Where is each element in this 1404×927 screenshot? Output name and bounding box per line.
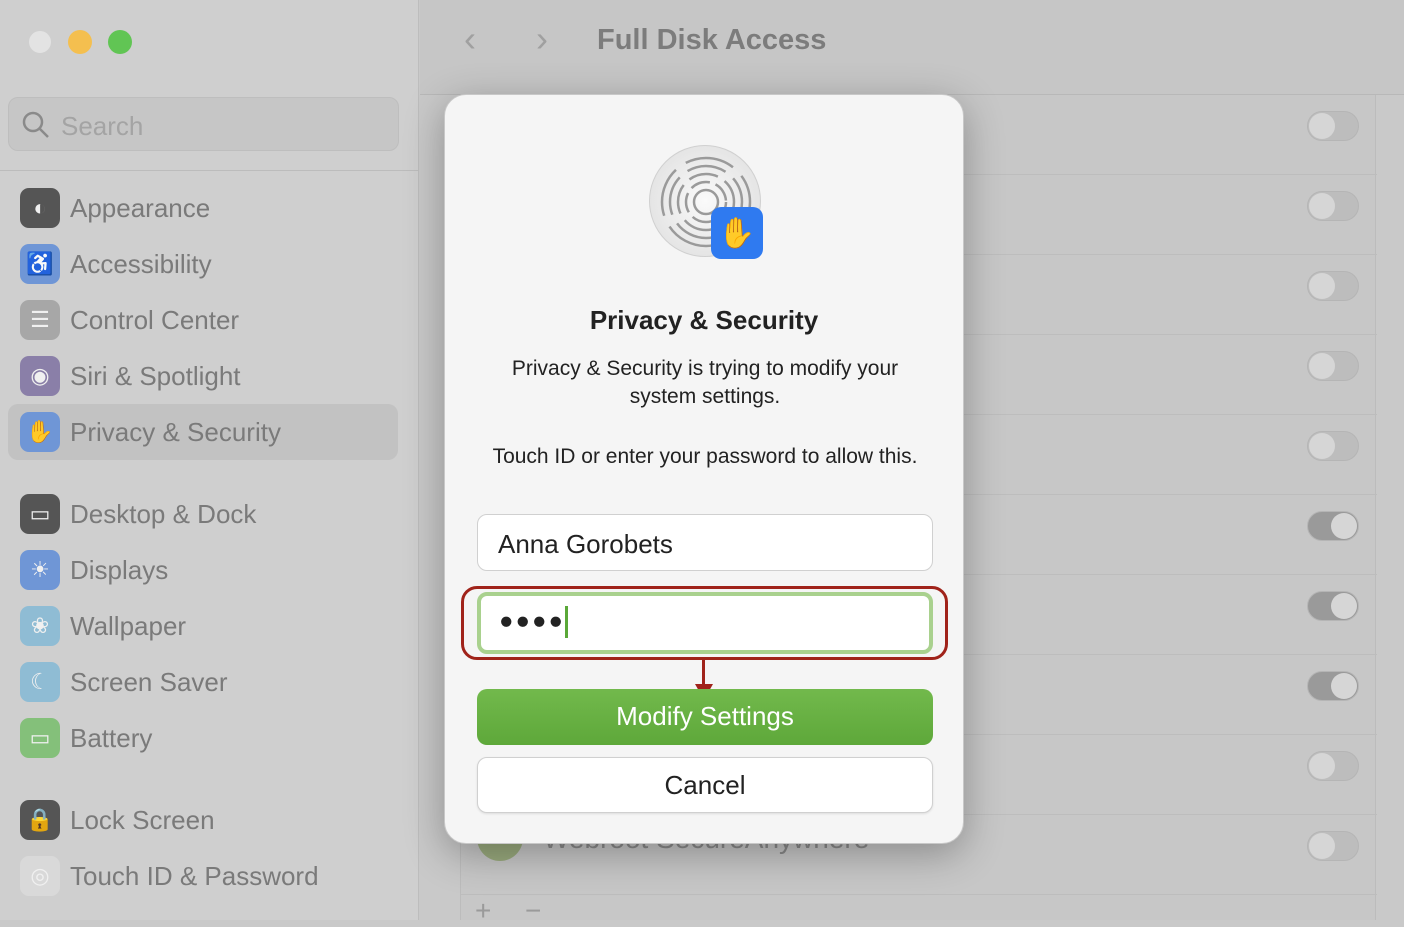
sidebar-item-label: Touch ID & Password [70,861,319,891]
username-field[interactable]: Anna Gorobets [477,514,933,571]
sidebar-item-control-center[interactable]: ☰ Control Center [8,292,398,348]
sidebar-item-label: Accessibility [70,249,212,279]
sidebar-item-label: Control Center [70,305,240,335]
sidebar-item-label: Displays [70,555,169,585]
sidebar-item-desktop-dock[interactable]: ▭ Desktop & Dock [8,486,398,542]
screen-saver-icon: ☾ [20,662,60,702]
sidebar-item-privacy-security[interactable]: ✋ Privacy & Security [8,404,398,460]
sidebar-item-label: Screen Saver [70,667,228,697]
sidebar-item-label: Lock Screen [70,805,215,835]
remove-button[interactable]: − [525,895,541,927]
toolbar: ‹ › Full Disk Access [420,0,1404,95]
sidebar-item-accessibility[interactable]: ♿ Accessibility [8,236,398,292]
access-toggle[interactable] [1307,591,1359,621]
sidebar: Search ◐ Appearance ♿ Accessibility ☰ Control… [0,0,419,920]
toggle-knob [1309,193,1335,219]
toggle-knob [1331,593,1357,619]
forward-button[interactable]: › [536,18,548,60]
modify-settings-button[interactable]: Modify Settings [477,689,933,745]
toggle-knob [1309,113,1335,139]
sidebar-item-displays[interactable]: ☀ Displays [8,542,398,598]
hand-icon: ✋ [20,412,60,452]
cancel-button[interactable]: Cancel [477,757,933,813]
toggle-knob [1331,673,1357,699]
wallpaper-icon: ❀ [20,606,60,646]
siri-icon: ◉ [20,356,60,396]
search-placeholder: Search [61,111,144,141]
zoom-button[interactable] [108,30,132,54]
sidebar-item-siri-spotlight[interactable]: ◉ Siri & Spotlight [8,348,398,404]
appearance-icon: ◐ [20,188,60,228]
sidebar-item-lock-screen[interactable]: 🔒 Lock Screen [8,792,398,848]
dialog-message: Privacy & Security is trying to modify y… [511,357,899,408]
annotation-highlight [461,586,948,660]
sidebar-item-label: Appearance [70,193,211,223]
fingerprint-icon: ◎ [20,856,60,896]
dialog-prompt: Touch ID or enter your password to allow… [492,445,918,468]
sidebar-item-label: Siri & Spotlight [70,361,241,391]
accessibility-icon: ♿ [20,244,60,284]
displays-icon: ☀ [20,550,60,590]
access-toggle[interactable] [1307,271,1359,301]
sidebar-item-label: Battery [70,723,153,753]
sidebar-item-label: Privacy & Security [70,417,281,447]
back-button[interactable]: ‹ [464,18,476,60]
toggle-knob [1309,753,1335,779]
page-title: Full Disk Access [597,24,827,56]
dialog-title: Privacy & Security [589,305,819,335]
search-icon [22,111,49,138]
sidebar-item-label: Wallpaper [70,611,187,641]
access-toggle[interactable] [1307,191,1359,221]
access-toggle[interactable] [1307,111,1359,141]
access-toggle[interactable] [1307,511,1359,541]
search-input[interactable]: Search [8,97,399,151]
access-toggle[interactable] [1307,431,1359,461]
toggle-knob [1309,273,1335,299]
access-toggle[interactable] [1307,831,1359,861]
sidebar-item-appearance[interactable]: ◐ Appearance [8,180,398,236]
sidebar-item-screen-saver[interactable]: ☾ Screen Saver [8,654,398,710]
control-center-icon: ☰ [20,300,60,340]
sidebar-item-touch-id-password[interactable]: ◎ Touch ID & Password [8,848,398,904]
access-toggle[interactable] [1307,671,1359,701]
auth-dialog: ✋ Privacy & Security Privacy & Security … [444,94,964,844]
toggle-knob [1309,433,1335,459]
add-button[interactable]: + [475,895,491,927]
minimize-button[interactable] [68,30,92,54]
close-button[interactable] [28,30,52,54]
toggle-knob [1331,513,1357,539]
toggle-knob [1309,833,1335,859]
toggle-knob [1309,353,1335,379]
divider [0,170,419,171]
access-toggle[interactable] [1307,351,1359,381]
battery-icon: ▭ [20,718,60,758]
sidebar-item-label: Desktop & Dock [70,499,257,529]
sidebar-item-wallpaper[interactable]: ❀ Wallpaper [8,598,398,654]
lock-icon: 🔒 [20,800,60,840]
sidebar-item-battery[interactable]: ▭ Battery [8,710,398,766]
access-toggle[interactable] [1307,751,1359,781]
desktop-dock-icon: ▭ [20,494,60,534]
hand-icon: ✋ [711,207,763,259]
